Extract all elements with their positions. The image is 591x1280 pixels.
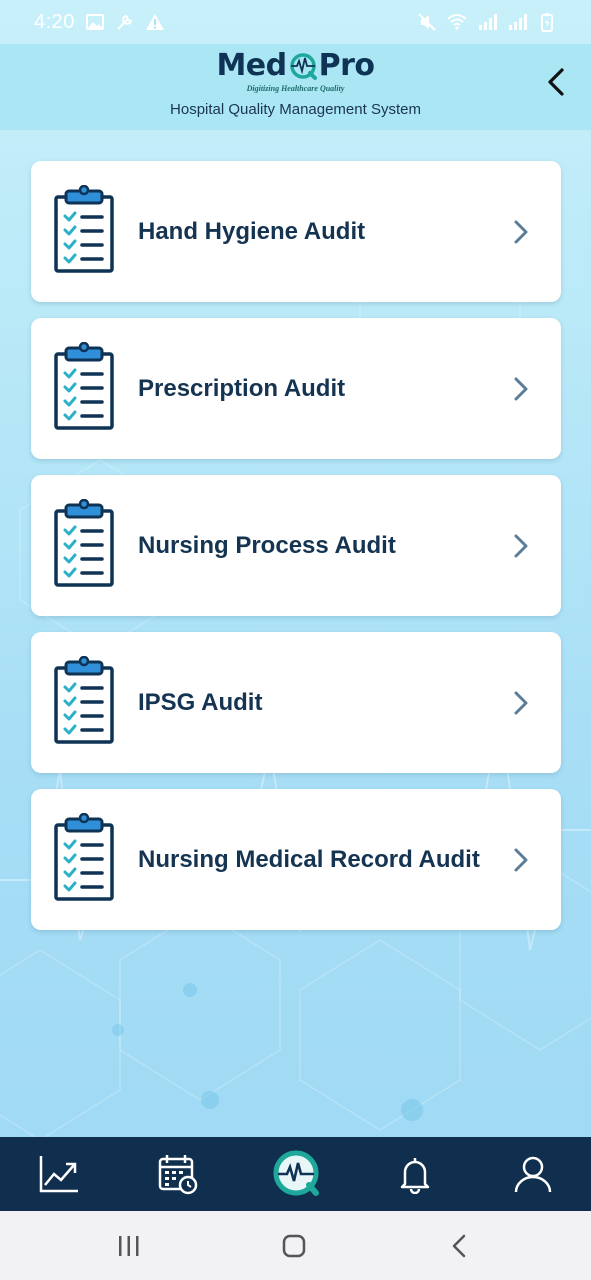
chevron-right-icon	[514, 848, 528, 872]
chevron-left-icon	[548, 68, 564, 96]
status-right	[417, 12, 557, 32]
nav-schedule[interactable]	[138, 1137, 218, 1211]
mute-icon	[418, 13, 436, 31]
app-subtitle: Hospital Quality Management System	[170, 101, 421, 118]
system-recents-button[interactable]	[89, 1211, 169, 1280]
gallery-icon	[85, 14, 104, 30]
home-icon	[282, 1234, 306, 1257]
warning-icon	[145, 14, 164, 30]
system-nav-bar	[0, 1211, 591, 1280]
status-left: 4:20	[34, 11, 165, 34]
recents-icon	[119, 1235, 139, 1256]
audit-card-2[interactable]: Nursing Process Audit	[31, 475, 561, 616]
chevron-right-icon	[514, 220, 528, 244]
nav-profile[interactable]	[493, 1137, 573, 1211]
clipboard-checklist-icon	[54, 499, 114, 587]
bell-icon	[400, 1158, 430, 1194]
chevron-right-icon	[514, 534, 528, 558]
audit-card-3[interactable]: IPSG Audit	[31, 632, 561, 773]
audit-card-label: Nursing Process Audit	[138, 532, 396, 559]
audit-card-1[interactable]: Prescription Audit	[31, 318, 561, 459]
battery-icon	[541, 13, 553, 32]
status-time: 4:20	[34, 10, 75, 33]
chevron-right-icon	[514, 377, 528, 401]
medqpro-logo: Med Pro	[0, 48, 591, 83]
audit-card-label: Prescription Audit	[138, 375, 346, 402]
audit-card-label: IPSG Audit	[138, 689, 263, 716]
calendar-icon	[158, 1155, 198, 1195]
app-header: Med Pro Digitizing Healthcare Quality Ho…	[0, 44, 591, 130]
chevron-right-icon	[514, 691, 528, 715]
logo-q-heartbeat-icon	[289, 52, 317, 80]
clipboard-checklist-icon	[54, 813, 114, 901]
clipboard-checklist-icon	[54, 342, 114, 430]
logo-wordmark: Med Pro	[216, 48, 375, 83]
wifi-icon	[447, 14, 467, 30]
logo-text-right: Pro	[318, 48, 375, 83]
screen: 4:20 Med Pro Digitizing Healthcare Quali…	[0, 0, 591, 1280]
audit-card-label: Nursing Medical Record Audit	[138, 846, 480, 873]
signal-icon	[479, 14, 497, 30]
medqpro-home-icon	[273, 1150, 319, 1196]
nav-home[interactable]	[256, 1137, 336, 1211]
back-icon	[452, 1234, 466, 1257]
signal-icon	[509, 14, 527, 30]
nav-analytics[interactable]	[19, 1137, 99, 1211]
system-back-button[interactable]	[420, 1211, 500, 1280]
audit-list: Hand Hygiene Audit Prescription Audit Nu…	[31, 161, 561, 946]
audit-card-4[interactable]: Nursing Medical Record Audit	[31, 789, 561, 930]
system-home-button[interactable]	[254, 1211, 334, 1280]
clipboard-checklist-icon	[54, 185, 114, 273]
chart-icon	[39, 1156, 78, 1193]
nav-notifications[interactable]	[375, 1137, 455, 1211]
back-button[interactable]	[540, 64, 572, 100]
audit-card-label: Hand Hygiene Audit	[138, 218, 366, 245]
logo-text-left: Med	[216, 48, 287, 83]
clipboard-checklist-icon	[54, 656, 114, 744]
bottom-nav	[0, 1137, 591, 1211]
tools-icon	[117, 14, 133, 30]
logo-tagline: Digitizing Healthcare Quality	[246, 84, 345, 93]
profile-icon	[514, 1156, 552, 1193]
audit-card-0[interactable]: Hand Hygiene Audit	[31, 161, 561, 302]
status-bar: 4:20	[0, 0, 591, 44]
